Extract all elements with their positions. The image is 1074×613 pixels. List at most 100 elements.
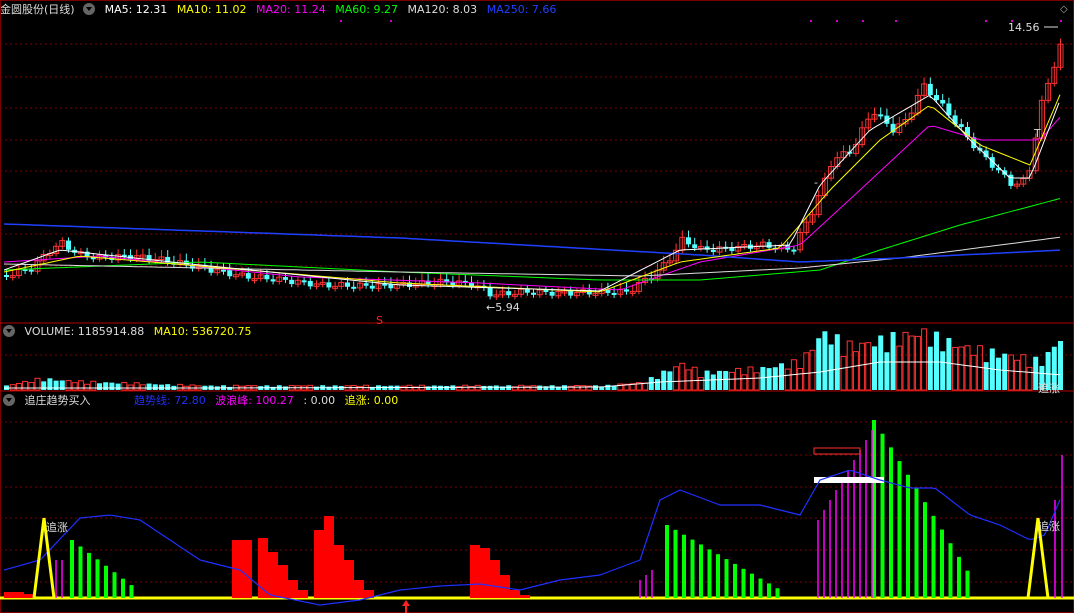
volume-bar xyxy=(159,384,164,390)
volume-bar xyxy=(90,380,97,391)
signal-dot xyxy=(390,20,392,22)
volume-bar xyxy=(103,382,109,390)
volume-bar xyxy=(834,334,840,390)
volume-bar xyxy=(444,385,450,390)
candle-body xyxy=(611,292,617,295)
volume-bar xyxy=(803,352,810,391)
red-block xyxy=(242,540,252,598)
green-bar xyxy=(733,563,737,598)
volume-bar xyxy=(97,383,102,390)
low-price-label: ←5.94 xyxy=(486,301,520,314)
green-bar xyxy=(707,549,712,598)
candle-body xyxy=(369,285,375,289)
volume-bar xyxy=(946,338,952,390)
candle-body xyxy=(326,282,332,288)
volume-bar xyxy=(1002,353,1008,390)
green-bar xyxy=(104,565,108,598)
red-block xyxy=(278,565,288,598)
volume-bar xyxy=(753,372,760,391)
candle-body xyxy=(264,274,270,280)
candle-body xyxy=(940,100,946,104)
volume-bar xyxy=(524,385,531,391)
volume-bar xyxy=(760,366,766,390)
green-bar xyxy=(940,529,944,598)
volume-bar xyxy=(723,371,729,390)
green-bar xyxy=(965,570,970,598)
green-bar xyxy=(741,568,746,598)
green-bar xyxy=(129,585,134,598)
green-bar xyxy=(767,583,771,598)
candle-body xyxy=(506,291,512,296)
volume-bar xyxy=(487,385,493,390)
red-block xyxy=(510,590,520,598)
red-block xyxy=(288,580,298,598)
volume-bar xyxy=(921,328,928,391)
volume-bar xyxy=(139,384,146,391)
red-block xyxy=(334,545,344,598)
volume-bar xyxy=(797,367,804,391)
volume-bar xyxy=(661,370,667,390)
signal-dot xyxy=(895,20,897,22)
trend-line xyxy=(3,470,1061,606)
green-bar xyxy=(716,554,720,598)
volume-bar xyxy=(22,380,29,391)
volume-bar xyxy=(655,378,660,390)
volume-bar xyxy=(908,335,915,391)
volume-bar xyxy=(878,335,884,390)
green-bar xyxy=(948,543,953,598)
volume-bar xyxy=(314,386,319,390)
candle-body xyxy=(307,280,313,287)
volume-bar xyxy=(115,383,121,390)
green-bar xyxy=(931,515,936,598)
signal-dot xyxy=(862,20,864,22)
red-block xyxy=(4,592,14,598)
volume-bar xyxy=(970,354,977,391)
volume-bar xyxy=(177,383,184,391)
buy-arrow-icon xyxy=(402,600,410,613)
volume-bar xyxy=(227,386,233,390)
red-block xyxy=(268,552,278,598)
signal-box xyxy=(813,447,861,455)
volume-bar xyxy=(902,331,909,391)
volume-bar xyxy=(648,377,654,390)
candle-body xyxy=(766,242,772,248)
volume-bar xyxy=(772,367,778,390)
volume-bar xyxy=(697,377,704,391)
volume-chase-tag: 追涨 xyxy=(1038,381,1060,395)
green-bar xyxy=(758,578,763,598)
volume-bar xyxy=(28,382,35,391)
volume-bar xyxy=(562,385,567,390)
red-block xyxy=(500,575,510,598)
volume-bar xyxy=(9,384,16,391)
candle-body xyxy=(710,249,716,253)
green-bar xyxy=(665,525,669,598)
candle-body xyxy=(543,289,549,292)
volume-bar xyxy=(1026,366,1033,391)
volume-bar xyxy=(133,382,140,391)
volume-bar xyxy=(766,368,772,390)
volume-bar xyxy=(109,382,115,390)
candle-body xyxy=(958,124,964,128)
volume-bar xyxy=(852,351,859,391)
volume-bar xyxy=(65,380,72,391)
green-bar xyxy=(923,502,927,598)
signal-dot xyxy=(985,20,987,22)
volume-bar xyxy=(146,383,152,390)
volume-bar xyxy=(840,355,847,391)
candle-body xyxy=(1008,174,1014,186)
volume-bar xyxy=(481,385,487,390)
candle-body xyxy=(531,292,536,295)
stock-chart[interactable]: ◇14.56←5.94ST-追涨追涨 追涨 xyxy=(0,0,1074,613)
candle-body xyxy=(568,291,574,296)
volume-bar xyxy=(15,383,22,391)
green-bar xyxy=(78,546,83,598)
green-bar xyxy=(750,573,754,598)
volume-bar xyxy=(741,374,748,391)
volume-bar xyxy=(940,351,946,390)
diamond-icon: ◇ xyxy=(1060,4,1068,15)
candle-body xyxy=(934,95,939,101)
volume-bar xyxy=(679,362,686,391)
volume-bar xyxy=(605,384,611,390)
red-block xyxy=(24,594,34,598)
volume-bar xyxy=(71,382,78,391)
